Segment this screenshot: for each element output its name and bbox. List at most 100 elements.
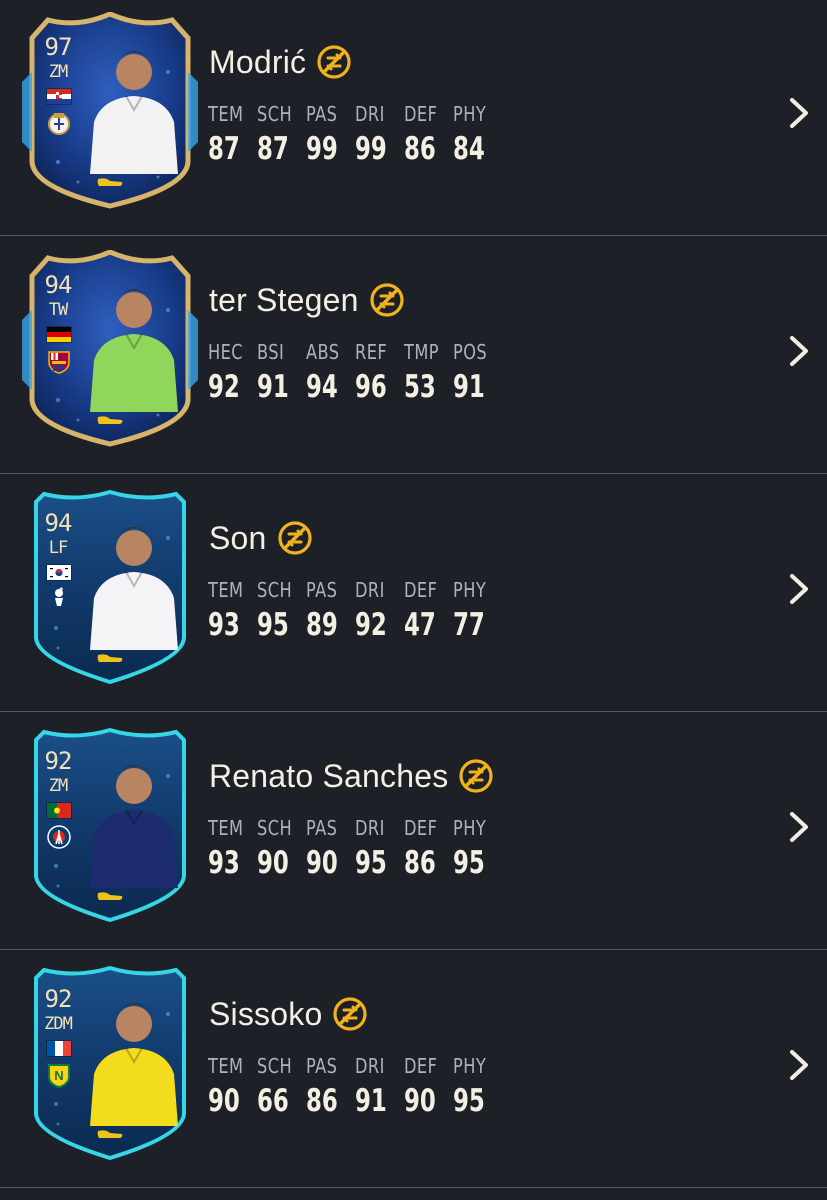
stat: SCH 90 [257,814,306,884]
player-row[interactable]: 92 ZM Renato Sanches TEM 93 SCH 90 PAS 9… [0,712,827,950]
player-photo [82,984,184,1126]
player-row[interactable]: 94 LF Son TEM 93 SCH 95 PAS 89 DRI 92 DE… [0,474,827,712]
card-position: ZDM [44,1014,73,1034]
stat-value: 53 [404,369,436,405]
card-rating: 92 [44,985,73,1013]
player-name-line: ter Stegen [209,280,405,320]
stat: PAS 99 [306,100,355,170]
untradeable-badge-icon [458,758,494,794]
player-row[interactable]: 92 ZDM N Sissoko TEM 90 SCH 66 PAS 86 DR… [0,950,827,1188]
golden-boot-icon [96,650,124,662]
card-rating: 92 [44,747,73,775]
stat: TEM 93 [208,814,257,884]
player-card[interactable]: 94 LF [18,488,202,686]
stat: SCH 87 [257,100,306,170]
stat-label: DEF [404,102,438,126]
stats-block: TEM 90 SCH 66 PAS 86 DRI 91 DEF 90 PHY 9… [208,1052,502,1122]
stat-value: 86 [404,131,436,167]
tottenham-crest-icon [46,586,72,612]
stat-label: TEM [208,816,244,840]
stat-value: 99 [306,131,338,167]
stat: TEM 93 [208,576,257,646]
stat: PHY 84 [453,100,502,170]
nation-flag-icon [46,802,72,819]
stat-label: SCH [257,102,293,126]
stat-label: TMP [404,340,439,364]
card-position: TW [48,300,68,320]
untradeable-badge-icon [369,282,405,318]
stat: SCH 66 [257,1052,306,1122]
player-name: Modrić [209,43,307,80]
stat-value: 96 [355,369,387,405]
stat: REF 96 [355,338,404,408]
stat-label: DEF [404,816,438,840]
stat-label: PAS [306,816,338,840]
card-rating: 94 [44,271,73,299]
stat-label: DEF [404,578,438,602]
stat: BSI 91 [257,338,306,408]
stat: DRI 91 [355,1052,404,1122]
stat: SCH 95 [257,576,306,646]
stat-label: ABS [306,340,340,364]
stat-label: PHY [453,816,487,840]
stats-block: TEM 93 SCH 90 PAS 90 DRI 95 DEF 86 PHY 9… [208,814,502,884]
golden-boot-icon [96,888,124,900]
stats-block: TEM 87 SCH 87 PAS 99 DRI 99 DEF 86 PHY 8… [208,100,502,170]
chevron-right-icon[interactable] [784,96,812,130]
nation-flag-icon [46,1040,72,1057]
stat-value: 94 [306,369,338,405]
stat-label: SCH [257,578,293,602]
chevron-right-icon[interactable] [784,1048,812,1082]
chevron-right-icon[interactable] [784,572,812,606]
nation-flag-icon [46,88,72,105]
player-card[interactable]: 97 ZM [18,12,202,210]
untradeable-badge-icon [316,44,352,80]
stat-value: 86 [404,845,436,881]
stat-label: TEM [208,578,244,602]
player-row[interactable]: 97 ZM Modrić TEM 87 SCH 87 PAS 99 DRI 99… [0,0,827,236]
player-name-line: Renato Sanches [209,756,494,796]
stat-label: DRI [355,578,385,602]
stat: PHY 95 [453,814,502,884]
stat-value: 95 [453,1083,485,1119]
golden-boot-icon [96,1126,124,1138]
player-name: ter Stegen [209,281,359,318]
stat: TMP 53 [404,338,453,408]
stat-label: POS [453,340,488,364]
chevron-right-icon[interactable] [784,334,812,368]
stat-value: 99 [355,131,387,167]
stat: TEM 90 [208,1052,257,1122]
stat: PHY 95 [453,1052,502,1122]
stat-label: PAS [306,102,338,126]
player-row[interactable]: 94 TW ter Stegen HEC 92 BSI 91 ABS 94 RE… [0,236,827,474]
stat-label: TEM [208,1054,244,1078]
chevron-right-icon[interactable] [784,810,812,844]
stat-label: TEM [208,102,244,126]
stat: DRI 95 [355,814,404,884]
player-photo [82,746,184,888]
untradeable-badge-icon [277,520,313,556]
stat-value: 84 [453,131,485,167]
stats-block: HEC 92 BSI 91 ABS 94 REF 96 TMP 53 POS 9… [208,338,502,408]
card-position: LF [48,538,68,558]
stat-label: DRI [355,816,385,840]
untradeable-badge-icon [332,996,368,1032]
stat-label: PHY [453,102,487,126]
stat-value: 91 [355,1083,387,1119]
player-card[interactable]: 92 ZDM N [18,964,202,1162]
stat-value: 87 [257,131,289,167]
stat-value: 87 [208,131,240,167]
player-photo [82,270,184,412]
stat-label: DRI [355,102,385,126]
stat-label: PAS [306,1054,338,1078]
card-rating: 94 [44,509,73,537]
stat: POS 91 [453,338,502,408]
golden-boot-icon [96,412,124,424]
player-card[interactable]: 94 TW [18,250,202,448]
stat: DRI 92 [355,576,404,646]
stat: DEF 90 [404,1052,453,1122]
fc-barcelona-crest-icon [46,348,72,374]
player-card[interactable]: 92 ZM [18,726,202,924]
stat-value: 92 [355,607,387,643]
stat-label: DEF [404,1054,438,1078]
